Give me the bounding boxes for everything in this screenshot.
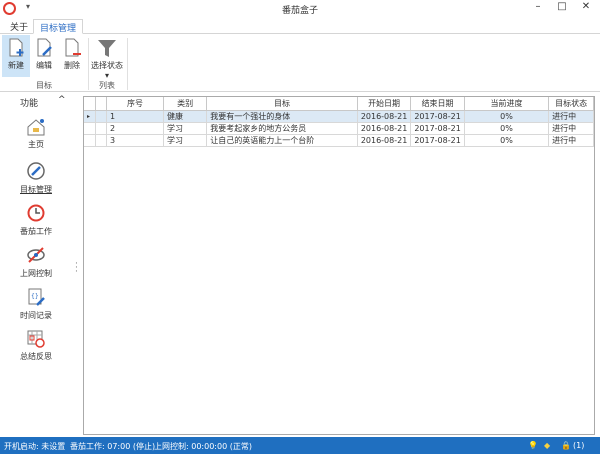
blank-cell [95,110,107,123]
table-cell[interactable]: 3 [106,134,165,147]
home-icon [27,119,45,136]
net-control-status: 上网控制: 00:00:00 (正常) [154,442,252,451]
clock-icon [27,204,45,222]
blank-cell [95,134,107,147]
compass-icon [27,162,45,180]
column-header[interactable]: 结束日期 [410,97,465,111]
table-cell[interactable]: 学习 [163,134,208,147]
table-cell[interactable]: 0% [464,122,550,135]
delete-doc-icon [65,38,81,57]
group-label-list: 列表 [99,81,115,90]
new-button[interactable]: 新建 [2,35,30,77]
grid-header: 序号 类别 目标 开始日期 结束日期 当前进度 目标状态 [84,97,594,111]
edit-button[interactable]: 编辑 [30,35,58,77]
eye-slash-icon [27,247,45,263]
table-row[interactable]: ▸ 1 健康 我要有一个强壮的身体 2016-08-21 2017-08-21 0% 进行中 [84,110,594,123]
table-cell[interactable]: 2017-08-21 [410,122,465,135]
sidebar-item-tomato-work[interactable]: 番茄工作 [0,203,72,237]
bulb-icon[interactable]: 💡 [528,441,538,450]
collapse-chevron-icon[interactable]: ^ [58,95,66,105]
status-bar: 开机启动: 未设置 番茄工作: 07:00 (停止) 上网控制: 00:00:0… [0,437,600,454]
tomato-status: 番茄工作: 07:00 (停止) [70,442,156,451]
table-cell[interactable]: 进行中 [548,110,594,123]
sidebar-item-internet-control[interactable]: 上网控制 [0,245,72,279]
sidebar-item-summary[interactable]: 总结反思 [0,328,72,362]
sidebar-item-goal-management[interactable]: 目标管理 [0,161,72,195]
table-cell[interactable]: 2016-08-21 [357,110,412,123]
table-cell[interactable]: 2017-08-21 [410,134,465,147]
goals-grid: 序号 类别 目标 开始日期 结束日期 当前进度 目标状态 ▸ 1 健康 我要有一个强壮… [83,96,595,435]
row-indicator-header [84,97,97,111]
column-header[interactable]: 开始日期 [357,97,412,111]
sidebar-item-home[interactable]: 主页 [0,118,72,150]
column-header[interactable]: 序号 [106,97,165,111]
calendar-clock-icon [27,330,45,348]
column-header[interactable]: 目标状态 [548,97,594,111]
table-cell[interactable]: 2016-08-21 [357,122,412,135]
filter-icon [98,40,116,57]
time-record-icon: {} [28,288,45,306]
edit-doc-icon [37,38,52,57]
delete-button[interactable]: 删除 [58,35,86,77]
table-cell[interactable]: 进行中 [548,134,594,147]
startup-status: 开机启动: 未设置 [4,442,66,451]
sidebar-item-time-record[interactable]: {} 时间记录 [0,287,72,321]
table-cell[interactable]: 2 [106,122,165,135]
maximize-button[interactable]: □ [552,1,572,12]
new-doc-icon [9,38,24,57]
lock-icon[interactable]: 🔒 [561,441,571,450]
table-cell[interactable]: 0% [464,110,550,123]
column-header[interactable]: 目标 [206,97,358,111]
table-cell[interactable]: 1 [106,110,165,123]
window-title: 番茄盒子 [281,6,318,16]
tab-goal-management[interactable]: 目标管理 [33,19,84,34]
table-cell[interactable]: 我要有一个强壮的身体 [206,110,358,123]
table-cell[interactable]: 2017-08-21 [410,110,465,123]
column-header[interactable]: 当前进度 [464,97,550,111]
group-divider [88,38,89,90]
table-row[interactable]: 3 学习 让自己的英语能力上一个台阶 2016-08-21 2017-08-21 0% 进行… [84,134,594,147]
table-cell[interactable]: 让自己的英语能力上一个台阶 [206,134,358,147]
table-cell[interactable]: 我要考起家乡的地方公务员 [206,122,358,135]
table-cell[interactable]: 0% [464,134,550,147]
sidebar-header: 功能 [20,99,39,109]
blank-header [95,97,107,111]
table-cell[interactable]: 2016-08-21 [357,134,412,147]
lock-count: (1) [573,441,585,450]
title-bar: ▾ 番茄盒子 – □ ✕ [0,0,600,17]
select-status-button[interactable]: 选择状态 ▾ [90,35,124,80]
group-label-goal: 目标 [36,81,52,90]
row-indicator[interactable] [84,134,97,147]
row-indicator[interactable]: ▸ [84,110,97,123]
sidebar: 功能 ^ 主页 目标管理 番茄工作 上网控制 {} 时间记录 总结反思 [0,92,76,435]
table-cell[interactable]: 学习 [163,122,208,135]
column-header[interactable]: 类别 [163,97,208,111]
minimize-button[interactable]: – [528,1,548,12]
ribbon: 新建 编辑 删除 选择状态 ▾ 目标 列表 [0,34,600,92]
svg-text:{}: {} [31,293,39,300]
table-row[interactable]: 2 学习 我要考起家乡的地方公务员 2016-08-21 2017-08-21 0% 进行中 [84,122,594,135]
mask-icon[interactable]: ◆ [544,441,550,450]
sidebar-splitter[interactable]: · · · [75,260,78,277]
blank-cell [95,122,107,135]
table-cell[interactable]: 进行中 [548,122,594,135]
group-divider [127,38,128,90]
tab-about[interactable]: 关于 [4,19,34,34]
row-indicator[interactable] [84,122,97,135]
table-cell[interactable]: 健康 [163,110,208,123]
ribbon-tabs: 关于 目标管理 [0,17,600,34]
close-button[interactable]: ✕ [576,1,596,12]
